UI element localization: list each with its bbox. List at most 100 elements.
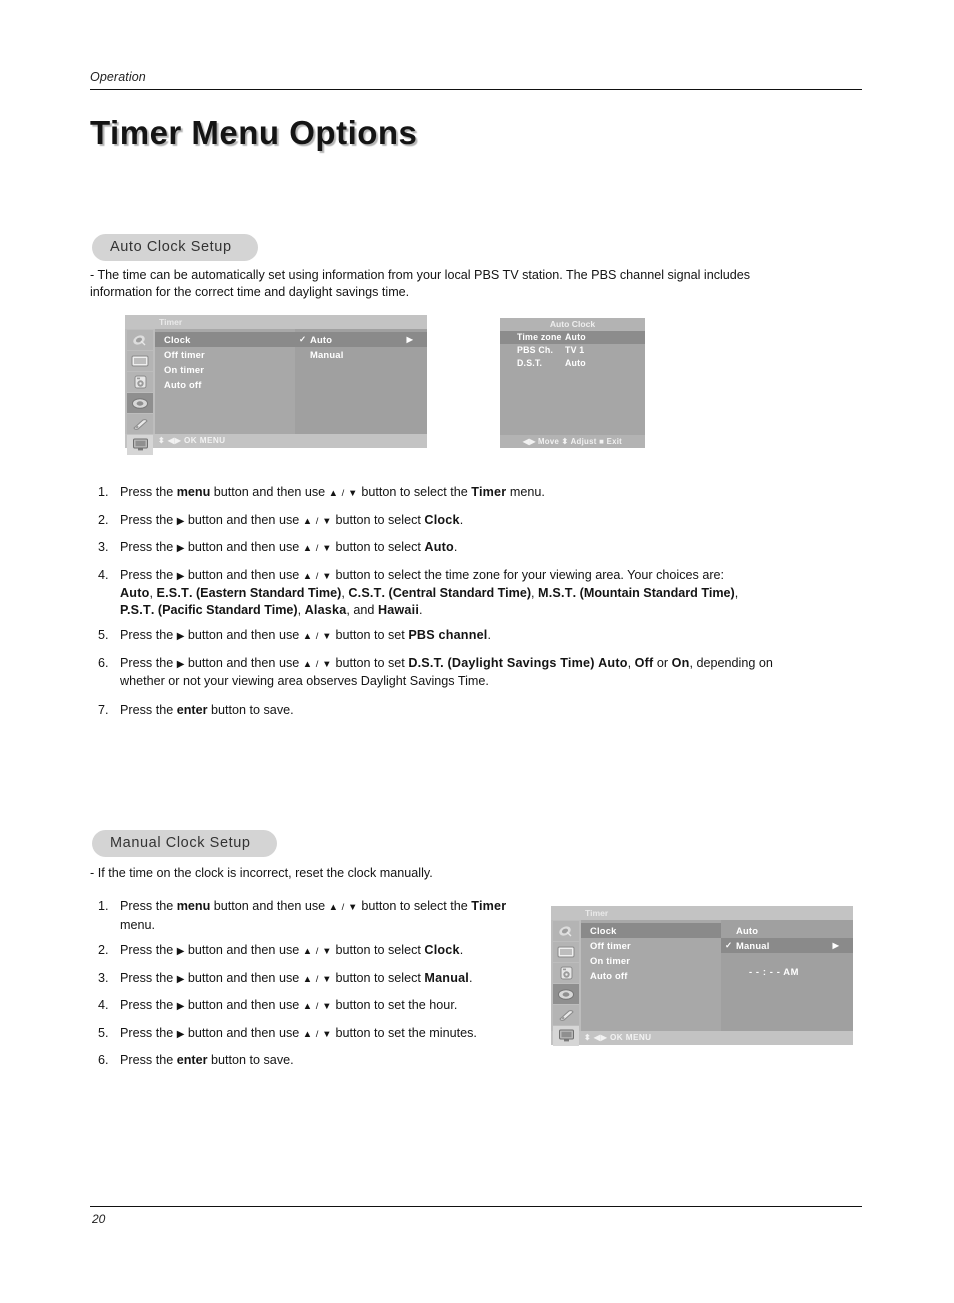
step-text-b: button to save. — [207, 702, 294, 717]
step-text-d: menu. — [506, 485, 545, 499]
step-text-d: menu. — [120, 917, 156, 932]
step-text-a: Press the — [120, 512, 177, 527]
sep4: , — [734, 586, 739, 600]
satellite-dish-icon[interactable] — [553, 921, 579, 941]
osd-option-column-manual: Auto ✓ Manual ▶ - - : - - AM — [721, 920, 853, 1031]
satellite-dish-icon[interactable] — [127, 330, 153, 350]
sep5: , — [297, 602, 305, 617]
step-text-c: button to select — [331, 970, 425, 985]
footer-divider — [90, 1206, 862, 1207]
dst-or: or — [653, 655, 672, 670]
header-section-label: Operation — [90, 70, 146, 84]
special-icon[interactable] — [127, 414, 153, 434]
auto-clock-intro-text: - The time can be automatically set usin… — [90, 268, 751, 299]
step-text-c: button to select — [331, 540, 425, 554]
step-text-b: button and then use — [184, 512, 303, 527]
step-text-a: Press the — [120, 485, 177, 499]
osd-menu-item-clock[interactable]: Clock — [155, 332, 295, 347]
step-number: 1. — [98, 485, 109, 499]
dialog-key-time-zone: Time zone — [517, 332, 562, 342]
osd-menu-item-auto-off[interactable]: Auto off — [581, 968, 721, 983]
audio-icon[interactable] — [127, 372, 153, 392]
osd-menu-item-auto-off[interactable]: Auto off — [155, 377, 295, 392]
osd-menu-item-on-timer[interactable]: On timer — [581, 953, 721, 968]
dialog-row-dst[interactable]: D.S.T. Auto — [500, 357, 645, 370]
step-number: 2. — [98, 512, 109, 527]
step-number: 3. — [98, 540, 109, 554]
osd-option-auto[interactable]: Auto — [721, 923, 853, 938]
sep7: . — [419, 602, 423, 617]
step-number: 2. — [98, 943, 109, 957]
osd-option-manual[interactable]: Manual — [295, 347, 427, 362]
section-heading-manual-clock: Manual Clock Setup — [92, 830, 277, 857]
osd-menu-item-on-timer[interactable]: On timer — [155, 362, 295, 377]
step-bold-timer: Timer — [471, 899, 507, 913]
step-text-c: button to select — [331, 512, 425, 527]
up-down-arrow-icon: ▲ / ▼ — [302, 631, 332, 642]
dst-on: On — [671, 655, 690, 670]
dialog-row-pbs-ch[interactable]: PBS Ch. TV 1 — [500, 344, 645, 357]
picture-icon[interactable] — [553, 942, 579, 962]
step-number: 5. — [98, 628, 109, 642]
chevron-right-icon: ▶ — [406, 335, 413, 344]
step-text-b: button and then use — [184, 970, 303, 985]
step-text-a: Press the — [120, 970, 177, 985]
step-text-c: button to set — [331, 655, 409, 670]
dialog-auto-clock: Auto Clock Time zone Auto PBS Ch. TV 1 D… — [500, 318, 645, 448]
step-number: 5. — [98, 1025, 109, 1040]
osd-menu-item-off-timer[interactable]: Off timer — [155, 347, 295, 362]
osd-option-auto[interactable]: ✓ Auto ▶ — [295, 332, 427, 347]
step-number: 4. — [98, 567, 109, 582]
step-bold-manual: Manual — [424, 970, 469, 985]
dialog-value-dst: Auto — [565, 358, 586, 368]
screen-icon[interactable] — [553, 1026, 579, 1046]
screen-icon[interactable] — [127, 435, 153, 455]
step-text-a: Press the — [120, 702, 177, 717]
step-text-c: button to select the — [357, 485, 472, 499]
picture-icon[interactable] — [127, 351, 153, 371]
step-bold-menu: menu — [176, 899, 211, 913]
osd-time-value[interactable]: - - : - - AM — [721, 966, 853, 977]
step-text-c: button to select — [331, 943, 425, 957]
up-down-arrow-icon: ▲ / ▼ — [302, 515, 332, 527]
up-down-arrow-icon: ▲ / ▼ — [328, 488, 358, 499]
osd-option-manual[interactable]: ✓ Manual ▶ — [721, 938, 853, 953]
list-item: 2. Press the ▶ button and then use ▲ / ▼… — [98, 512, 788, 531]
timer-icon[interactable] — [127, 393, 153, 413]
dialog-row-time-zone[interactable]: Time zone Auto — [500, 331, 645, 344]
osd-title-auto: Timer — [125, 315, 427, 329]
dst-sep: , — [627, 655, 635, 670]
audio-icon[interactable] — [553, 963, 579, 983]
step-text-d: . — [459, 943, 464, 957]
timer-icon[interactable] — [553, 984, 579, 1004]
dialog-key-dst: D.S.T. — [517, 358, 543, 368]
step-bold-timer: Timer — [471, 485, 507, 499]
step-number: 3. — [98, 970, 109, 985]
dst-auto: Auto — [598, 655, 628, 670]
dst-off: Off — [634, 655, 654, 670]
step-number: 7. — [98, 702, 109, 717]
step-number: 4. — [98, 998, 109, 1012]
osd-footer-auto: ⬍ ◀▶ OK MENU — [125, 434, 427, 448]
up-down-arrow-icon: ▲ / ▼ — [302, 543, 332, 554]
list-item: 1. Press the menu button and then use ▲ … — [98, 484, 788, 503]
page-header: Operation — [90, 70, 862, 90]
step-text-b: button and then use — [210, 485, 329, 499]
osd-option-column-auto: ✓ Auto ▶ Manual — [295, 329, 427, 434]
dialog-footer-auto-clock: ◀▶ Move ⬍ Adjust ■ Exit — [500, 435, 645, 448]
step-bold-dst: D.S.T. (Daylight Savings Time) — [408, 655, 595, 670]
section-pill-label: Auto Clock Setup — [92, 234, 258, 261]
up-down-arrow-icon: ▲ / ▼ — [302, 658, 332, 670]
step-text-d: . — [453, 540, 458, 554]
step-text-d: . — [487, 628, 492, 642]
zone-auto: Auto — [120, 586, 150, 600]
osd-menu-item-off-timer[interactable]: Off timer — [581, 938, 721, 953]
osd-timer-menu-auto: Timer Clock Off timer On timer Auto off … — [125, 315, 427, 455]
manual-clock-steps-list: 1. Press the menu button and then use ▲ … — [98, 898, 538, 1069]
list-item: 5. Press the ▶ button and then use ▲ / ▼… — [98, 627, 788, 646]
list-item: 3. Press the ▶ button and then use ▲ / ▼… — [98, 970, 538, 989]
step-text-c: button to set — [331, 628, 409, 642]
step-bold-enter: enter — [176, 702, 208, 717]
special-icon[interactable] — [553, 1005, 579, 1025]
osd-menu-item-clock[interactable]: Clock — [581, 923, 721, 938]
